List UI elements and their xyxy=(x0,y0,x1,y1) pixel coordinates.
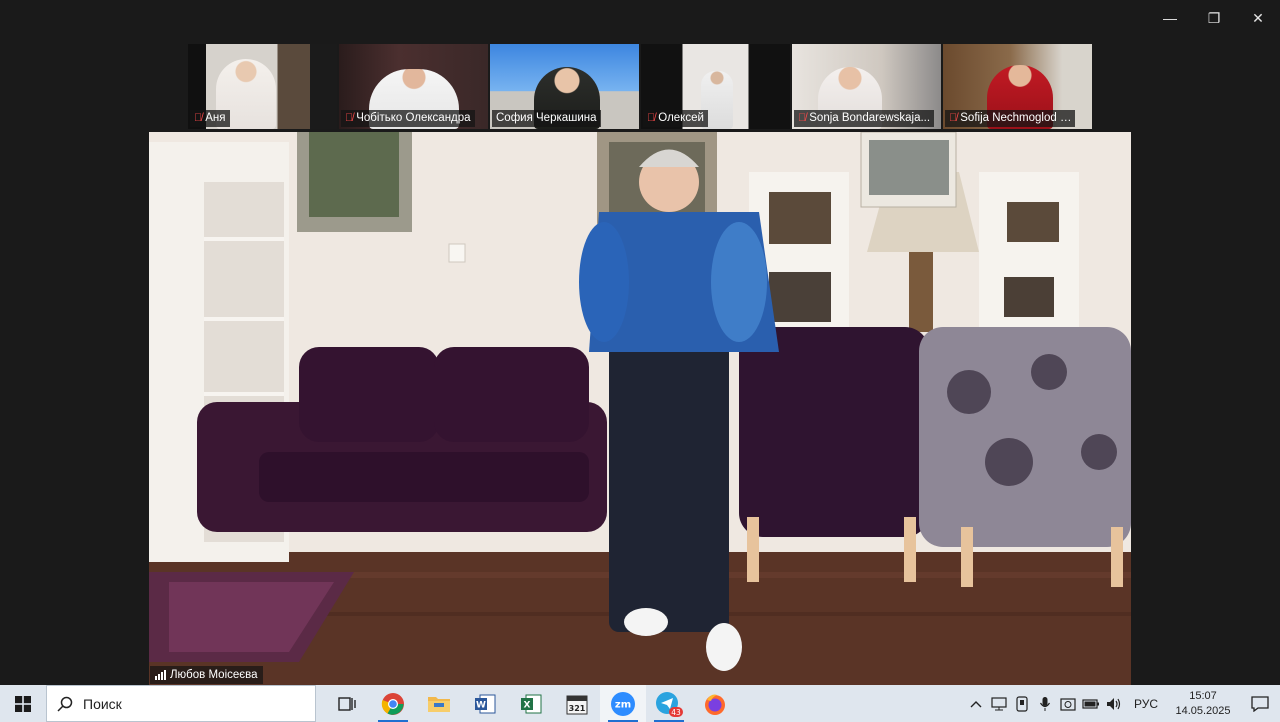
action-center-button[interactable] xyxy=(1240,685,1280,722)
mic-muted-icon: 🎙̸ xyxy=(798,112,807,124)
window-controls: — ❐ ✕ xyxy=(1148,0,1280,36)
calendar-label: 321 xyxy=(569,704,586,713)
zoom-label: zm xyxy=(615,699,631,710)
participant-label: 🎙̸ Sonja Bondarewskaja... xyxy=(794,110,935,127)
system-tray: РУС 15:07 14.05.2025 xyxy=(965,685,1280,722)
svg-text:X: X xyxy=(524,700,531,710)
connection-signal-icon xyxy=(155,670,166,680)
monitor-network-icon xyxy=(991,696,1008,710)
volume-tray-button[interactable] xyxy=(1103,685,1126,722)
mic-muted-icon: 🎙̸ xyxy=(345,112,354,124)
network-tray-button[interactable] xyxy=(988,685,1011,722)
excel-icon: X xyxy=(521,694,542,713)
participant-label: 🎙̸ Чобітько Олександра xyxy=(341,110,475,127)
taskbar-apps: W X 321 zm 43 xyxy=(324,685,738,722)
microphone-icon xyxy=(1040,696,1051,711)
task-view-icon xyxy=(338,696,356,711)
participant-label: 🎙̸ Sofija Nechmoglod … xyxy=(945,110,1076,127)
windows-taskbar: Поиск W X 321 zm 43 РУС 15:07 14.05.2025 xyxy=(0,685,1280,722)
input-language-indicator[interactable]: РУС xyxy=(1126,697,1166,711)
calendar-icon: 321 xyxy=(566,695,588,714)
device-icon xyxy=(1016,695,1029,712)
svg-text:W: W xyxy=(476,700,486,710)
telegram-button[interactable]: 43 xyxy=(646,685,692,722)
mic-muted-icon: 🎙̸ xyxy=(949,112,958,124)
excel-button[interactable]: X xyxy=(508,685,554,722)
restore-button[interactable]: ❐ xyxy=(1192,0,1236,36)
folder-icon xyxy=(428,696,450,712)
notification-icon xyxy=(1251,695,1269,712)
mic-muted-icon: 🎙̸ xyxy=(647,112,656,124)
windows-logo-icon xyxy=(15,695,31,712)
room-scene xyxy=(149,132,1131,685)
participant-label: 🎙̸ Аня xyxy=(190,110,230,127)
participant-strip: 🎙̸ Аня 🎙̸ Чобітько Олександра София Черкаш… xyxy=(188,44,1092,129)
participant-tile[interactable]: 🎙̸ Sofija Nechmoglod … xyxy=(943,44,1092,129)
firefox-button[interactable] xyxy=(692,685,738,722)
battery-tray-button[interactable] xyxy=(1080,685,1103,722)
firefox-icon xyxy=(705,694,725,715)
telegram-badge: 43 xyxy=(671,708,681,717)
clock-time: 15:07 xyxy=(1189,689,1217,702)
zoom-icon: zm xyxy=(611,691,635,716)
word-icon: W xyxy=(475,694,496,713)
participant-tile[interactable]: 🎙̸ Sonja Bondarewskaja... xyxy=(792,44,941,129)
start-button[interactable] xyxy=(0,685,46,722)
camera-icon xyxy=(1060,697,1077,711)
participant-label: 🎙̸ Олексей xyxy=(643,110,708,127)
show-hidden-icons-button[interactable] xyxy=(965,685,988,722)
word-button[interactable]: W xyxy=(462,685,508,722)
active-speaker-label: Любов Моісеєва xyxy=(150,666,263,684)
speaker-icon xyxy=(1107,697,1121,710)
microphone-tray-button[interactable] xyxy=(1034,685,1057,722)
participant-tile[interactable]: София Черкашина xyxy=(490,44,639,129)
mic-muted-icon: 🎙̸ xyxy=(194,112,203,124)
search-icon xyxy=(57,696,73,712)
active-speaker-video xyxy=(149,132,1131,685)
minimize-button[interactable]: — xyxy=(1148,0,1192,36)
chrome-icon xyxy=(381,692,404,715)
zoom-button[interactable]: zm xyxy=(600,685,646,722)
search-placeholder: Поиск xyxy=(83,695,122,712)
task-view-button[interactable] xyxy=(324,685,370,722)
participant-tile[interactable]: 🎙̸ Чобітько Олександра xyxy=(339,44,488,129)
participant-tile[interactable]: 🎙̸ Аня xyxy=(188,44,337,129)
chevron-up-icon xyxy=(970,700,982,707)
calendar-app-button[interactable]: 321 xyxy=(554,685,600,722)
telegram-icon: 43 xyxy=(656,691,683,717)
taskbar-clock[interactable]: 15:07 14.05.2025 xyxy=(1166,689,1240,719)
clock-date: 14.05.2025 xyxy=(1175,704,1231,717)
chrome-button[interactable] xyxy=(370,685,416,722)
participant-label: София Черкашина xyxy=(492,110,601,127)
armchair xyxy=(739,327,929,537)
file-explorer-button[interactable] xyxy=(416,685,462,722)
camera-tray-button[interactable] xyxy=(1057,685,1080,722)
device-tray-button[interactable] xyxy=(1011,685,1034,722)
taskbar-search[interactable]: Поиск xyxy=(46,685,316,722)
close-button[interactable]: ✕ xyxy=(1236,0,1280,36)
participant-tile[interactable]: 🎙̸ Олексей xyxy=(641,44,790,129)
zoom-meeting-window: — ❐ ✕ 🎙̸ Аня 🎙̸ Чобітько Олександра София … xyxy=(0,0,1280,685)
battery-icon xyxy=(1082,698,1100,709)
